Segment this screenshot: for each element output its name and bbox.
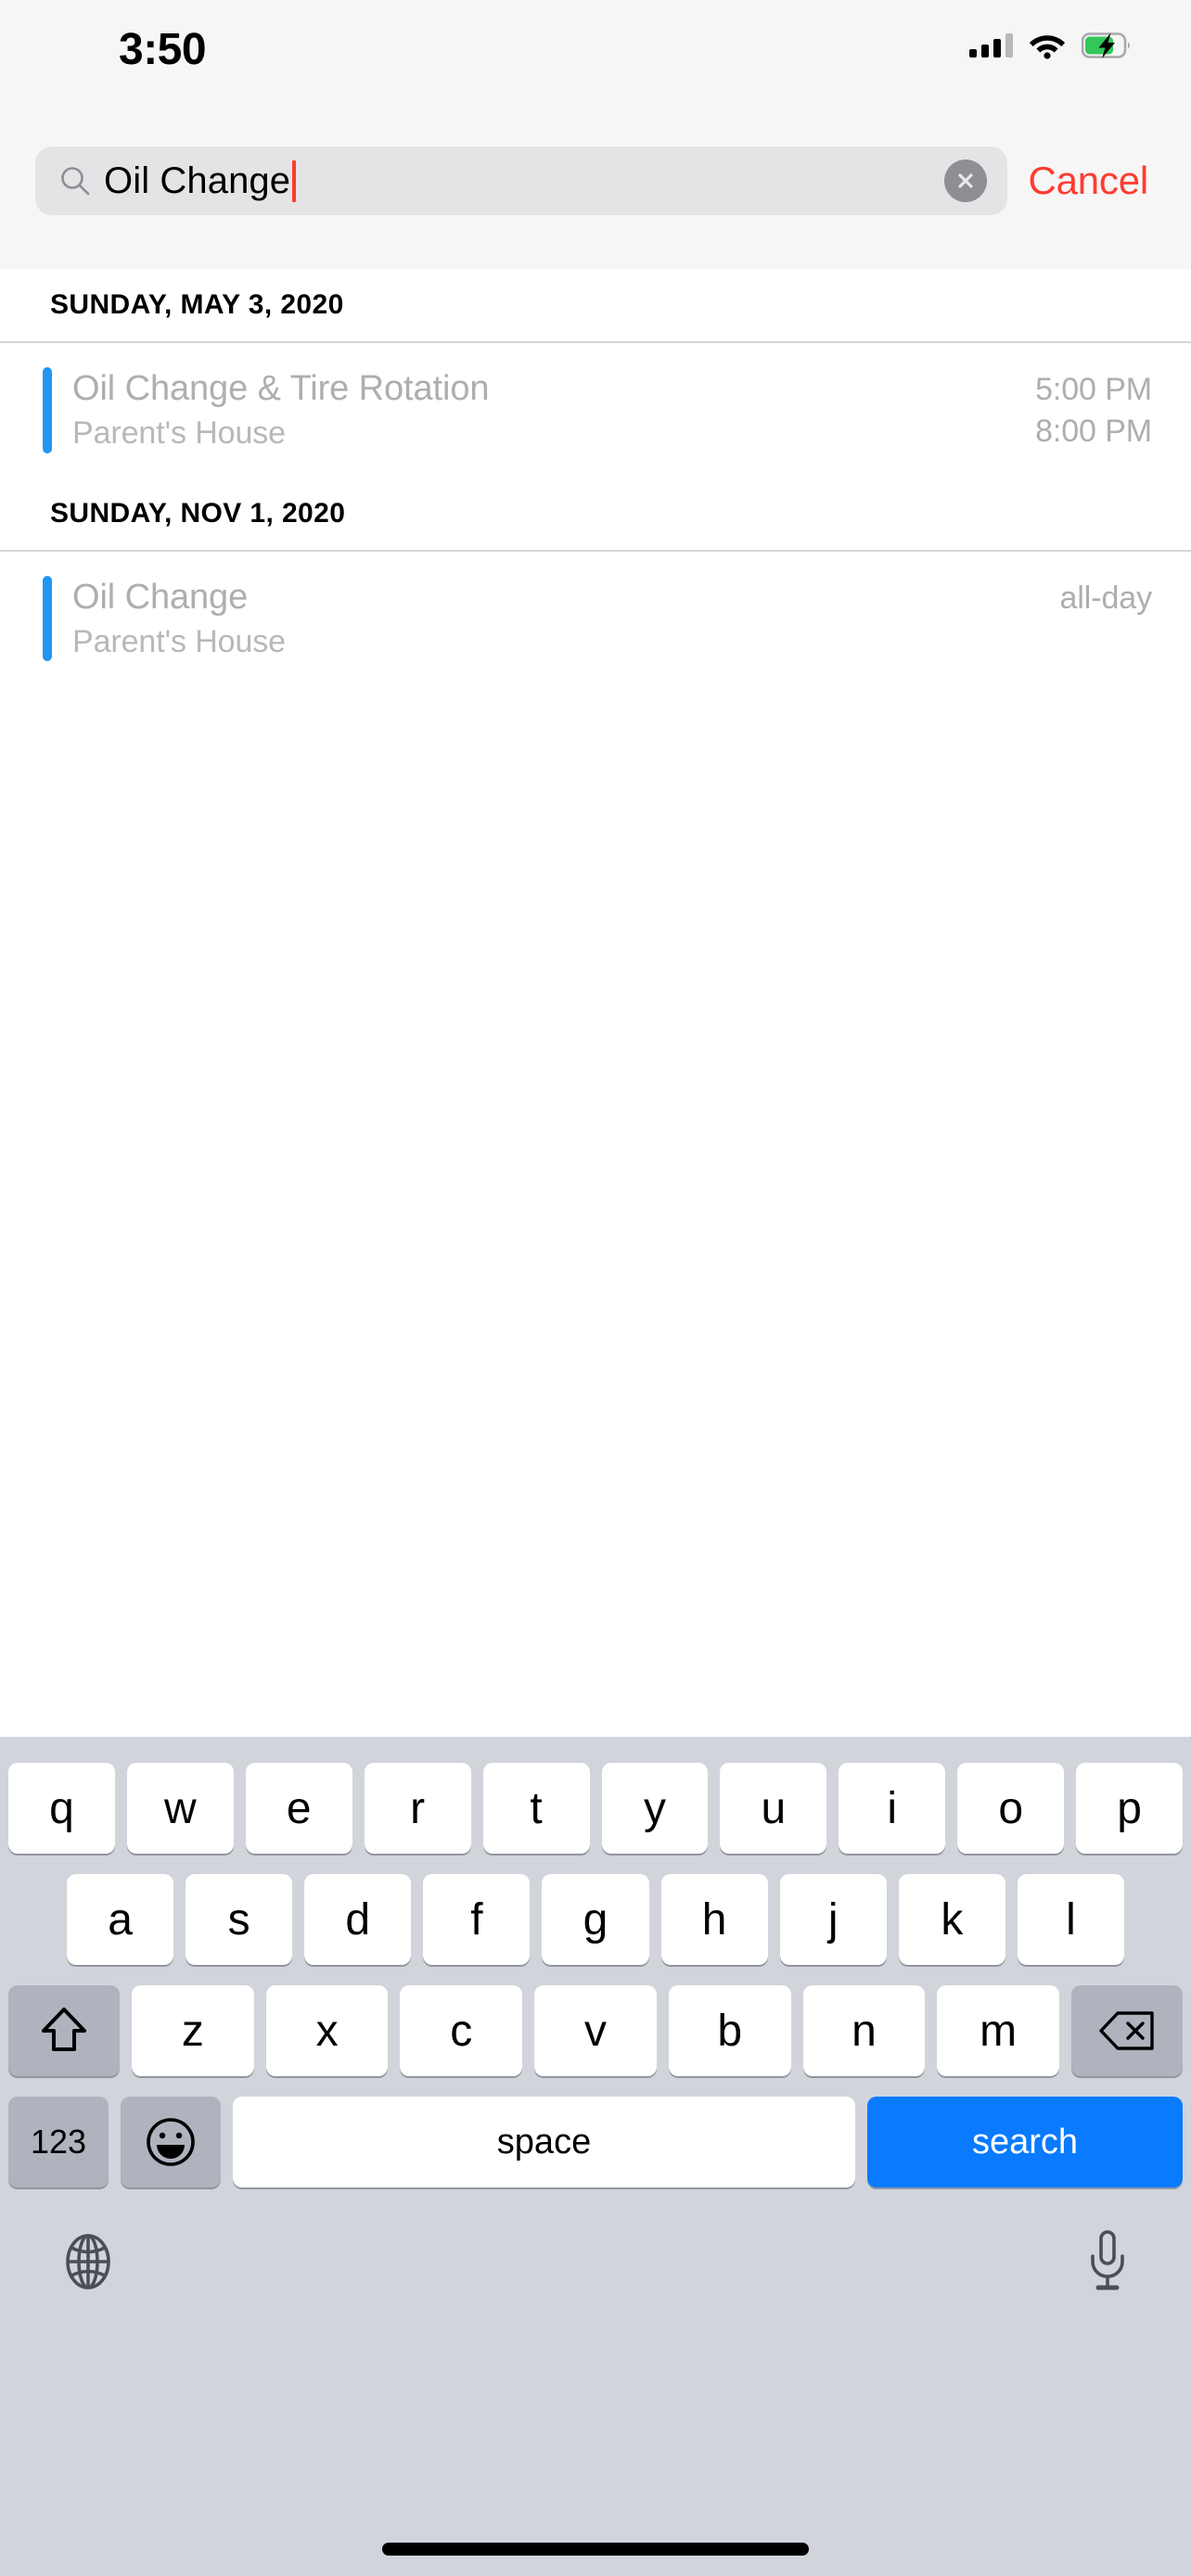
keyboard-bottom-bar [0,2187,1191,2327]
search-icon [59,165,91,197]
search-return-key[interactable]: search [867,2097,1183,2187]
key-d[interactable]: d [304,1874,411,1965]
day-section-header: SUNDAY, MAY 3, 2020 [0,269,1191,343]
key-q[interactable]: q [8,1763,115,1854]
status-bar: 3:50 [0,0,1191,93]
status-bar-time: 3:50 [119,24,206,75]
search-value: Oil Change [104,162,290,199]
key-w[interactable]: w [127,1763,234,1854]
globe-language-icon [58,2231,119,2292]
cellular-bars-icon [969,33,1013,57]
key-v[interactable]: v [534,1985,657,2076]
key-j[interactable]: j [780,1874,887,1965]
key-m[interactable]: m [937,1985,1059,2076]
key-o[interactable]: o [957,1763,1064,1854]
key-k[interactable]: k [899,1874,1005,1965]
wifi-icon [1028,32,1067,59]
key-u[interactable]: u [720,1763,826,1854]
status-bar-indicators [969,26,1133,65]
event-details: Oil Change & Tire Rotation Parent's Hous… [72,367,1035,453]
globe-key[interactable] [58,2231,119,2292]
key-g[interactable]: g [542,1874,648,1965]
event-result-row[interactable]: Oil Change & Tire Rotation Parent's Hous… [0,343,1191,478]
event-location: Parent's House [72,414,1035,453]
event-details: Oil Change Parent's House [72,576,1060,662]
event-title: Oil Change [72,576,1060,618]
dictation-key[interactable] [1082,2228,1133,2295]
shift-arrow-icon [40,2005,88,2057]
calendar-color-bar [43,367,52,453]
event-location: Parent's House [72,622,1060,661]
microphone-dictation-icon [1082,2228,1133,2295]
shift-key[interactable] [8,1985,120,2076]
backspace-key[interactable] [1071,1985,1183,2076]
key-x[interactable]: x [266,1985,389,2076]
ios-calendar-search-screen: 3:50 [0,0,1191,2576]
search-bar: Oil Change Cancel [0,147,1191,215]
emoji-smiley-icon [145,2116,197,2168]
event-title: Oil Change & Tire Rotation [72,367,1035,410]
key-e[interactable]: e [246,1763,352,1854]
onscreen-keyboard[interactable]: q w e r t y u i o p a s d f g h j k l [0,1737,1191,2576]
numbers-key[interactable]: 123 [8,2097,109,2187]
search-header: 3:50 [0,0,1191,269]
keyboard-row-2: a s d f g h j k l [0,1874,1191,1965]
key-l[interactable]: l [1018,1874,1124,1965]
event-result-row[interactable]: Oil Change Parent's House all-day [0,552,1191,686]
event-time-block: 5:00 PM 8:00 PM [1035,367,1152,453]
event-all-day-label: all-day [1060,578,1152,619]
keyboard-row-1: q w e r t y u i o p [0,1763,1191,1854]
day-section-header: SUNDAY, NOV 1, 2020 [0,478,1191,552]
key-i[interactable]: i [839,1763,945,1854]
search-results-list[interactable]: SUNDAY, MAY 3, 2020 Oil Change & Tire Ro… [0,269,1191,1737]
space-key[interactable]: space [233,2097,855,2187]
key-a[interactable]: a [67,1874,173,1965]
emoji-key[interactable] [121,2097,221,2187]
key-c[interactable]: c [400,1985,522,2076]
key-h[interactable]: h [661,1874,768,1965]
clear-search-button[interactable] [944,159,987,202]
keyboard-row-4: 123 space search [0,2097,1191,2187]
calendar-color-bar [43,576,52,662]
battery-charging-icon [1082,32,1133,58]
key-t[interactable]: t [483,1763,590,1854]
keyboard-row-3: z x c v b n m [0,1985,1191,2076]
event-start-time: 5:00 PM [1035,369,1152,411]
cancel-button[interactable]: Cancel [1028,159,1156,203]
key-z[interactable]: z [132,1985,254,2076]
event-end-time: 8:00 PM [1035,411,1152,453]
search-text-wrap: Oil Change [104,147,935,215]
home-indicator [382,2543,809,2556]
text-cursor [292,160,296,202]
key-r[interactable]: r [365,1763,471,1854]
key-p[interactable]: p [1076,1763,1183,1854]
key-s[interactable]: s [186,1874,292,1965]
close-icon [954,170,977,192]
search-input[interactable]: Oil Change [35,147,1007,215]
key-y[interactable]: y [602,1763,709,1854]
key-b[interactable]: b [669,1985,791,2076]
event-time-block: all-day [1060,576,1152,619]
key-f[interactable]: f [423,1874,530,1965]
backspace-delete-icon [1098,2009,1156,2052]
key-n[interactable]: n [803,1985,926,2076]
